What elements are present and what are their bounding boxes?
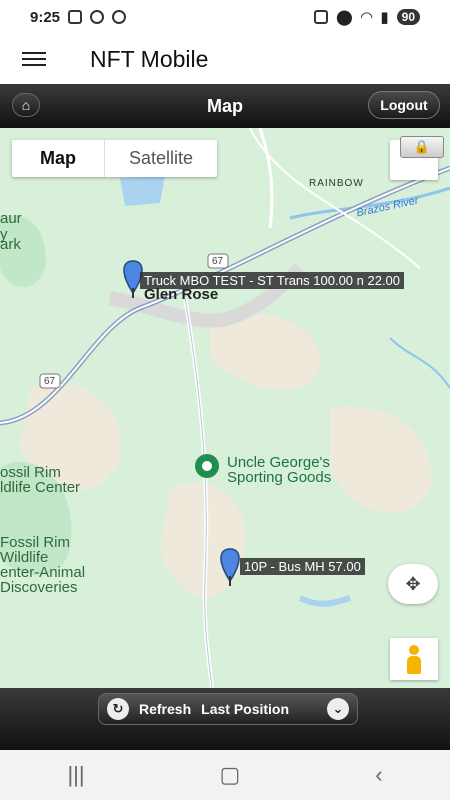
poi-label[interactable]: Sporting Goods (227, 469, 331, 486)
logout-button[interactable]: Logout (368, 91, 440, 119)
water-body (120, 176, 165, 206)
refresh-control[interactable]: ↻ Refresh Last Position ⌄ (98, 693, 358, 725)
lock-icon: 🔒 (413, 139, 431, 154)
camera-icon (112, 10, 127, 24)
map-type-toggle: Map Satellite (12, 140, 218, 177)
nfc-icon (314, 10, 329, 24)
marker-label-truck[interactable]: Truck MBO TEST - ST Trans 100.00 n 22.00 (140, 272, 405, 289)
poi-marker[interactable] (195, 454, 219, 478)
map-label-fossil-rim: ldlife Center (0, 479, 81, 496)
chevron-down-icon[interactable]: ⌄ (327, 698, 349, 720)
map-label-park: ark (0, 236, 21, 253)
nav-bar: ⌂ Map Logout (0, 84, 450, 128)
hwy-label: 67 (44, 376, 56, 387)
street-view-button[interactable] (390, 638, 438, 680)
last-position-label[interactable]: Last Position (201, 701, 289, 717)
status-bar: 9:25 ⬤ ◠ ▮ 90 (0, 0, 450, 34)
app-title: NFT Mobile (90, 45, 209, 72)
hwy-label: 67 (212, 256, 224, 267)
refresh-icon[interactable]: ↻ (107, 698, 129, 720)
marker-label-bus[interactable]: 10P - Bus MH 57.00 (240, 558, 365, 575)
refresh-label[interactable]: Refresh (139, 701, 191, 717)
pegman-icon (407, 644, 421, 674)
gallery-icon (68, 10, 83, 24)
record-icon (90, 10, 105, 24)
map-label-park: aur (0, 210, 22, 227)
system-nav-bar: ||| ▢ ‹ (0, 750, 450, 800)
menu-icon[interactable] (22, 52, 46, 66)
home-nav-icon[interactable]: ▢ (220, 762, 241, 788)
map-label-rainbow: RAINBOW (309, 178, 364, 189)
location-icon: ⬤ (336, 9, 353, 26)
lock-button[interactable]: 🔒 (400, 136, 444, 158)
app-bar: NFT Mobile (0, 34, 450, 84)
status-time: 9:25 (30, 8, 61, 26)
bottom-bar: ↻ Refresh Last Position ⌄ (0, 688, 450, 750)
home-button[interactable]: ⌂ (12, 93, 40, 117)
tab-map[interactable]: Map (12, 140, 105, 177)
wifi-icon: ◠ (360, 9, 373, 26)
battery-icon: 90 (396, 9, 420, 25)
move-icon: ✥ (405, 573, 421, 594)
pan-control[interactable]: ✥ (388, 564, 438, 604)
home-icon: ⌂ (21, 97, 31, 113)
recents-icon[interactable]: ||| (67, 762, 84, 788)
map-view[interactable]: Map Satellite 🔒 RAINBOW Brazos River aur… (0, 128, 450, 688)
tab-satellite[interactable]: Satellite (105, 140, 217, 177)
map-label-fossil-rim: Discoveries (0, 579, 78, 596)
back-icon[interactable]: ‹ (375, 762, 382, 788)
page-title: Map (207, 95, 243, 116)
signal-icon: ▮ (380, 9, 389, 26)
